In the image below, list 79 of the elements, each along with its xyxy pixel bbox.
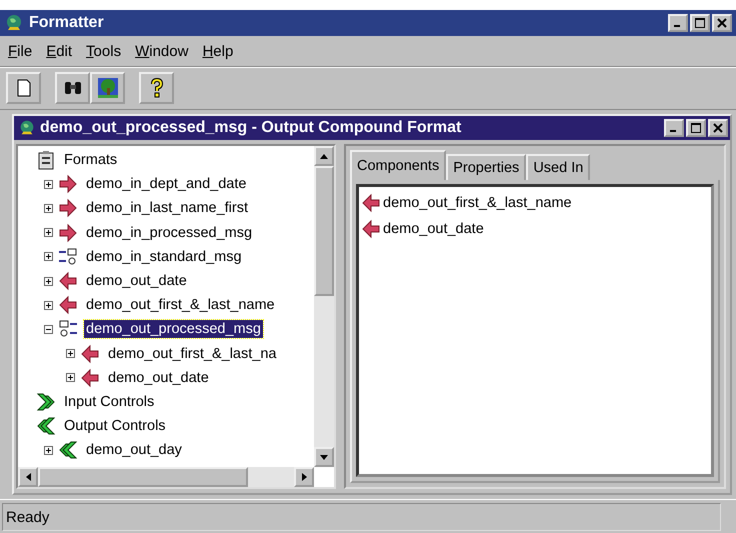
globe-icon — [4, 13, 24, 33]
menu-item[interactable]: Window — [135, 42, 188, 60]
menu-item[interactable]: Help — [202, 42, 234, 60]
globe-icon — [18, 119, 36, 137]
tree-item[interactable]: demo_out_first_&_last_na — [106, 344, 278, 363]
compound-icon — [58, 319, 78, 340]
right-arrow-icon — [302, 473, 306, 481]
right-arrow-icon — [58, 198, 78, 218]
tree-item[interactable]: demo_out_processed_msg — [84, 320, 263, 338]
close-button[interactable] — [712, 14, 732, 32]
tree-item[interactable]: Formats — [62, 151, 120, 170]
down-arrow-icon — [320, 454, 328, 460]
tree-item[interactable]: Input Controls — [62, 392, 156, 411]
minimize-icon — [670, 130, 676, 132]
component-item[interactable]: demo_out_date — [383, 221, 484, 237]
maximize-icon — [695, 18, 705, 28]
expander-icon[interactable] — [44, 276, 53, 286]
minimize-button[interactable] — [668, 14, 688, 32]
window-title: Formatter — [29, 14, 104, 32]
left-arrow-icon — [361, 193, 381, 213]
expander-icon[interactable] — [44, 228, 53, 238]
tree-item[interactable]: demo_out_first_&_last_name — [84, 296, 277, 314]
expander-icon[interactable] — [44, 252, 53, 262]
maximize-icon — [691, 123, 701, 133]
double-arrow-icon — [36, 416, 56, 436]
left-arrow-icon — [80, 368, 100, 388]
expander-icon[interactable] — [44, 324, 53, 334]
maximize-button[interactable] — [690, 14, 710, 32]
binoculars-icon — [62, 80, 82, 96]
close-button[interactable] — [708, 119, 728, 137]
clipboard-icon — [36, 150, 56, 170]
menu-item[interactable]: Tools — [86, 42, 122, 60]
menu-item[interactable]: File — [8, 42, 32, 60]
up-arrow-icon — [320, 154, 328, 158]
tree-icon — [98, 78, 118, 98]
tab[interactable]: Used In — [526, 154, 590, 180]
left-arrow-icon — [26, 473, 30, 481]
horizontal-scrollbar[interactable] — [18, 467, 314, 487]
tree-item[interactable]: demo_in_standard_msg — [84, 248, 244, 266]
right-arrow-icon — [58, 174, 78, 194]
expander-icon[interactable] — [66, 373, 75, 382]
tree-item[interactable]: Output Controls — [62, 417, 168, 436]
double-arrow-icon — [58, 440, 78, 460]
right-arrow-icon — [58, 222, 78, 243]
binoculars-button[interactable] — [55, 72, 90, 104]
left-arrow-icon — [80, 344, 100, 364]
tree-item[interactable]: demo_out_date — [84, 272, 189, 290]
expander-icon[interactable] — [44, 446, 53, 455]
component-item[interactable]: demo_out_first_&_last_name — [383, 195, 572, 211]
tab[interactable]: Properties — [446, 154, 526, 180]
question-mark-icon — [150, 78, 164, 98]
help-button[interactable] — [139, 72, 174, 104]
close-icon — [717, 18, 727, 28]
compound-icon — [58, 246, 78, 267]
tree-item[interactable]: demo_in_dept_and_date — [84, 175, 248, 194]
expander-icon[interactable] — [66, 349, 75, 358]
new-document-button[interactable] — [6, 72, 41, 104]
close-icon — [713, 123, 723, 133]
vertical-scrollbar[interactable] — [314, 146, 334, 467]
document-title: demo_out_processed_msg - Output Compound Format — [40, 119, 462, 137]
tab[interactable]: Components — [350, 150, 446, 180]
tree-item[interactable]: demo_out_day — [84, 441, 184, 460]
left-arrow-icon — [58, 295, 78, 316]
expander-icon[interactable] — [44, 300, 53, 310]
maximize-button[interactable] — [686, 119, 706, 137]
tree-item[interactable]: demo_in_last_name_first — [84, 199, 250, 218]
minimize-button[interactable] — [664, 119, 684, 137]
tree-button[interactable] — [90, 72, 125, 104]
tree-item[interactable]: demo_in_processed_msg — [84, 224, 254, 242]
menu-item[interactable]: Edit — [46, 42, 72, 60]
double-arrow-icon — [36, 392, 56, 412]
expander-icon[interactable] — [44, 180, 53, 189]
document-icon — [16, 79, 32, 97]
expander-icon[interactable] — [44, 204, 53, 213]
left-arrow-icon — [361, 219, 381, 239]
minimize-icon — [674, 25, 680, 27]
status-text: Ready — [2, 503, 721, 531]
tree-item[interactable]: demo_out_date — [106, 368, 211, 387]
left-arrow-icon — [58, 271, 78, 292]
